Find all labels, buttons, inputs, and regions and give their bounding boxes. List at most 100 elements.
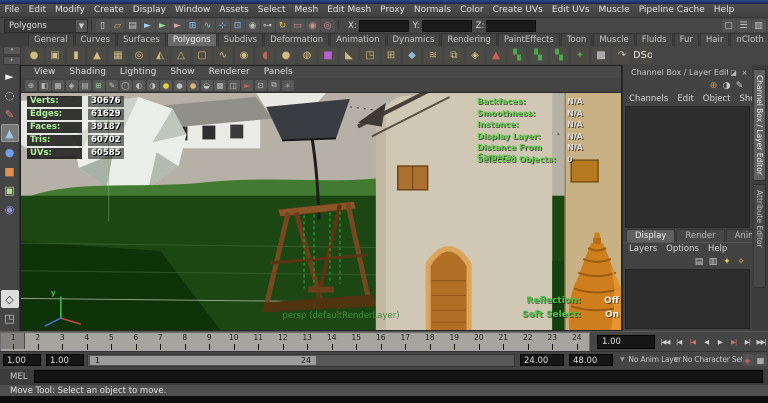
menu-item[interactable]: Normals [409,4,455,17]
extrude-icon[interactable]: ◳ [361,47,379,64]
timeline-frame-cell[interactable]: 12 [271,333,296,351]
poly-sphere-smooth-icon[interactable]: ● [277,47,295,64]
open-render-view-icon[interactable]: ▭ [291,19,305,32]
uv-cylindrical-map-icon[interactable]: ▚ [529,47,547,64]
subdiv-cube-icon[interactable]: ■ [319,47,337,64]
play-forwards-button[interactable]: ▶ [713,338,727,346]
channel-box-menu-item[interactable]: Edit [677,94,693,104]
animation-start-field[interactable]: 1.00 [3,354,41,366]
wire-on-shaded-icon[interactable]: ⧉ [268,80,280,91]
timeline-frame-cell[interactable]: 17 [393,333,418,351]
xray-icon[interactable]: ⊡ [255,80,267,91]
layer-menu-item[interactable]: Help [708,244,727,254]
auto-keyframe-icon[interactable]: ◈ [742,354,754,366]
lock-camera-icon[interactable]: ◧ [39,80,51,91]
layer-tab[interactable]: Render [676,229,724,242]
rotate-tool[interactable]: ● [1,143,19,161]
uv-automatic-map-icon[interactable]: ✦ [571,47,589,64]
current-time-marker[interactable] [1,333,25,349]
timeline-frame-cell[interactable]: 18 [418,333,443,351]
snap-point-icon[interactable]: ⊹ [216,19,230,32]
single-pane-layout-button[interactable]: ◇ [1,290,19,308]
timeline-frame-cell[interactable]: 13 [295,333,320,351]
2d-pan-zoom-icon[interactable]: ⊞ [93,80,105,91]
shelf-tab[interactable]: Fluids [636,33,673,46]
smooth-icon[interactable]: ≋ [424,47,442,64]
layer-menu-item[interactable]: Options [666,244,699,254]
smooth-arrow-icon[interactable]: ↷ [613,47,631,64]
poly-helix-icon[interactable]: ∿ [214,47,232,64]
shelf-tab[interactable]: Hair [700,33,729,46]
shelf-tab[interactable]: Subdivs [218,33,263,46]
timeline-frame-cell[interactable]: 24 [565,333,590,351]
sidebar-tab[interactable]: Attribute Editor [754,184,766,288]
viewport-menu-item[interactable]: View [27,66,62,78]
screen-space-ao-icon[interactable]: ● [187,80,199,91]
menu-item[interactable]: Edit Mesh [323,4,376,17]
shelf-menu-button[interactable]: ▾ [3,46,21,55]
step-forward-key-button[interactable]: ▶| [727,338,741,346]
shelf-scroll-button[interactable]: ▸ [3,56,21,65]
chevron-down-icon[interactable]: ▼ [76,20,87,32]
uv-spherical-map-icon[interactable]: ▚ [550,47,568,64]
isolate-select-icon[interactable]: ► [241,80,253,91]
file-new-icon[interactable]: ▯ [96,19,110,32]
menu-item[interactable]: Edit UVs [547,4,594,17]
make-live-icon[interactable]: ◉ [246,19,260,32]
wireframe-icon[interactable]: ◯ [120,80,132,91]
single-pane-toggle-icon[interactable]: ▢ [722,19,736,32]
universal-manipulator-tool[interactable]: ▣ [1,181,19,199]
lasso-select-tool[interactable]: ◌ [1,86,19,104]
poly-sphere-proxy-icon[interactable]: ◍ [298,47,316,64]
range-slider-bar[interactable]: 1 24 [90,356,316,365]
shelf-tab[interactable]: Rendering [441,33,496,46]
shelf-tab[interactable]: nCloth [730,33,768,46]
outliner-toggle-icon[interactable]: ☰ [737,19,751,32]
poly-pipe-icon[interactable]: ▢ [193,47,211,64]
poly-plane-icon[interactable]: ▦ [109,47,127,64]
menu-item[interactable]: Proxy [376,4,410,17]
character-set-dropdown[interactable]: ▼ No Character Set [674,355,744,364]
textured-icon[interactable]: ◑ [147,80,159,91]
timeline-frame-cell[interactable]: 10 [222,333,247,351]
menu-item[interactable]: Muscle [594,4,634,17]
door[interactable] [431,251,467,330]
use-all-lights-icon[interactable]: ● [160,80,172,91]
file-save-icon[interactable]: ▤ [126,19,140,32]
render-current-frame-icon[interactable]: ◉ [306,19,320,32]
motion-blur-icon[interactable]: ◒ [201,80,213,91]
paint-select-tool[interactable]: ✎ [1,105,19,123]
layer-menu-item[interactable]: Layers [629,244,657,254]
mirror-geometry-icon[interactable]: ⧉ [445,47,463,64]
menu-item[interactable]: Edit [24,4,50,17]
layer-tab[interactable]: Display [626,229,675,242]
bevel-icon[interactable]: ◈ [466,47,484,64]
viewport-menu-item[interactable]: Show [163,66,201,78]
go-to-end-button[interactable]: ▶▶| [754,338,768,346]
split-polygon-icon[interactable]: ◣ [340,47,358,64]
menu-item[interactable]: Help [709,4,739,17]
menu-set-selector[interactable]: Polygons ▼ [4,19,88,33]
menu-item[interactable]: Mesh [290,4,323,17]
poly-prism-icon[interactable]: ◭ [151,47,169,64]
timeline-frame-cell[interactable]: 14 [320,333,345,351]
snap-curve-icon[interactable]: ∿ [201,19,215,32]
viewport-menu-item[interactable]: Renderer [202,66,257,78]
timeline-frame-cell[interactable]: 19 [442,333,467,351]
channelbox-toggle-icon[interactable]: ▥ [752,19,766,32]
channel-manip-icon[interactable]: ⊕ [707,81,720,91]
channel-box-menu-item[interactable]: Channels [629,94,668,104]
menu-item[interactable]: Assets [215,4,253,17]
snap-view-plane-icon[interactable]: ⊡ [231,19,245,32]
poly-cone-icon[interactable]: ▲ [88,47,106,64]
layer-list-area[interactable] [625,269,750,329]
viewport-scene[interactable]: Verts: 30676 Edges: 61629 Faces: 39187 T… [21,93,621,330]
menu-item[interactable]: Select [253,4,290,17]
shadows-icon[interactable]: ● [174,80,186,91]
viewport-menu-item[interactable]: Panels [257,66,300,78]
menu-item[interactable]: Create [89,4,128,17]
timeline-frame-cell[interactable]: 21 [491,333,516,351]
anim-layer-dropdown[interactable]: ▼ No Anim Layer [620,355,681,364]
scale-tool[interactable]: ■ [1,162,19,180]
playback-end-field[interactable]: 24.00 [520,354,564,366]
